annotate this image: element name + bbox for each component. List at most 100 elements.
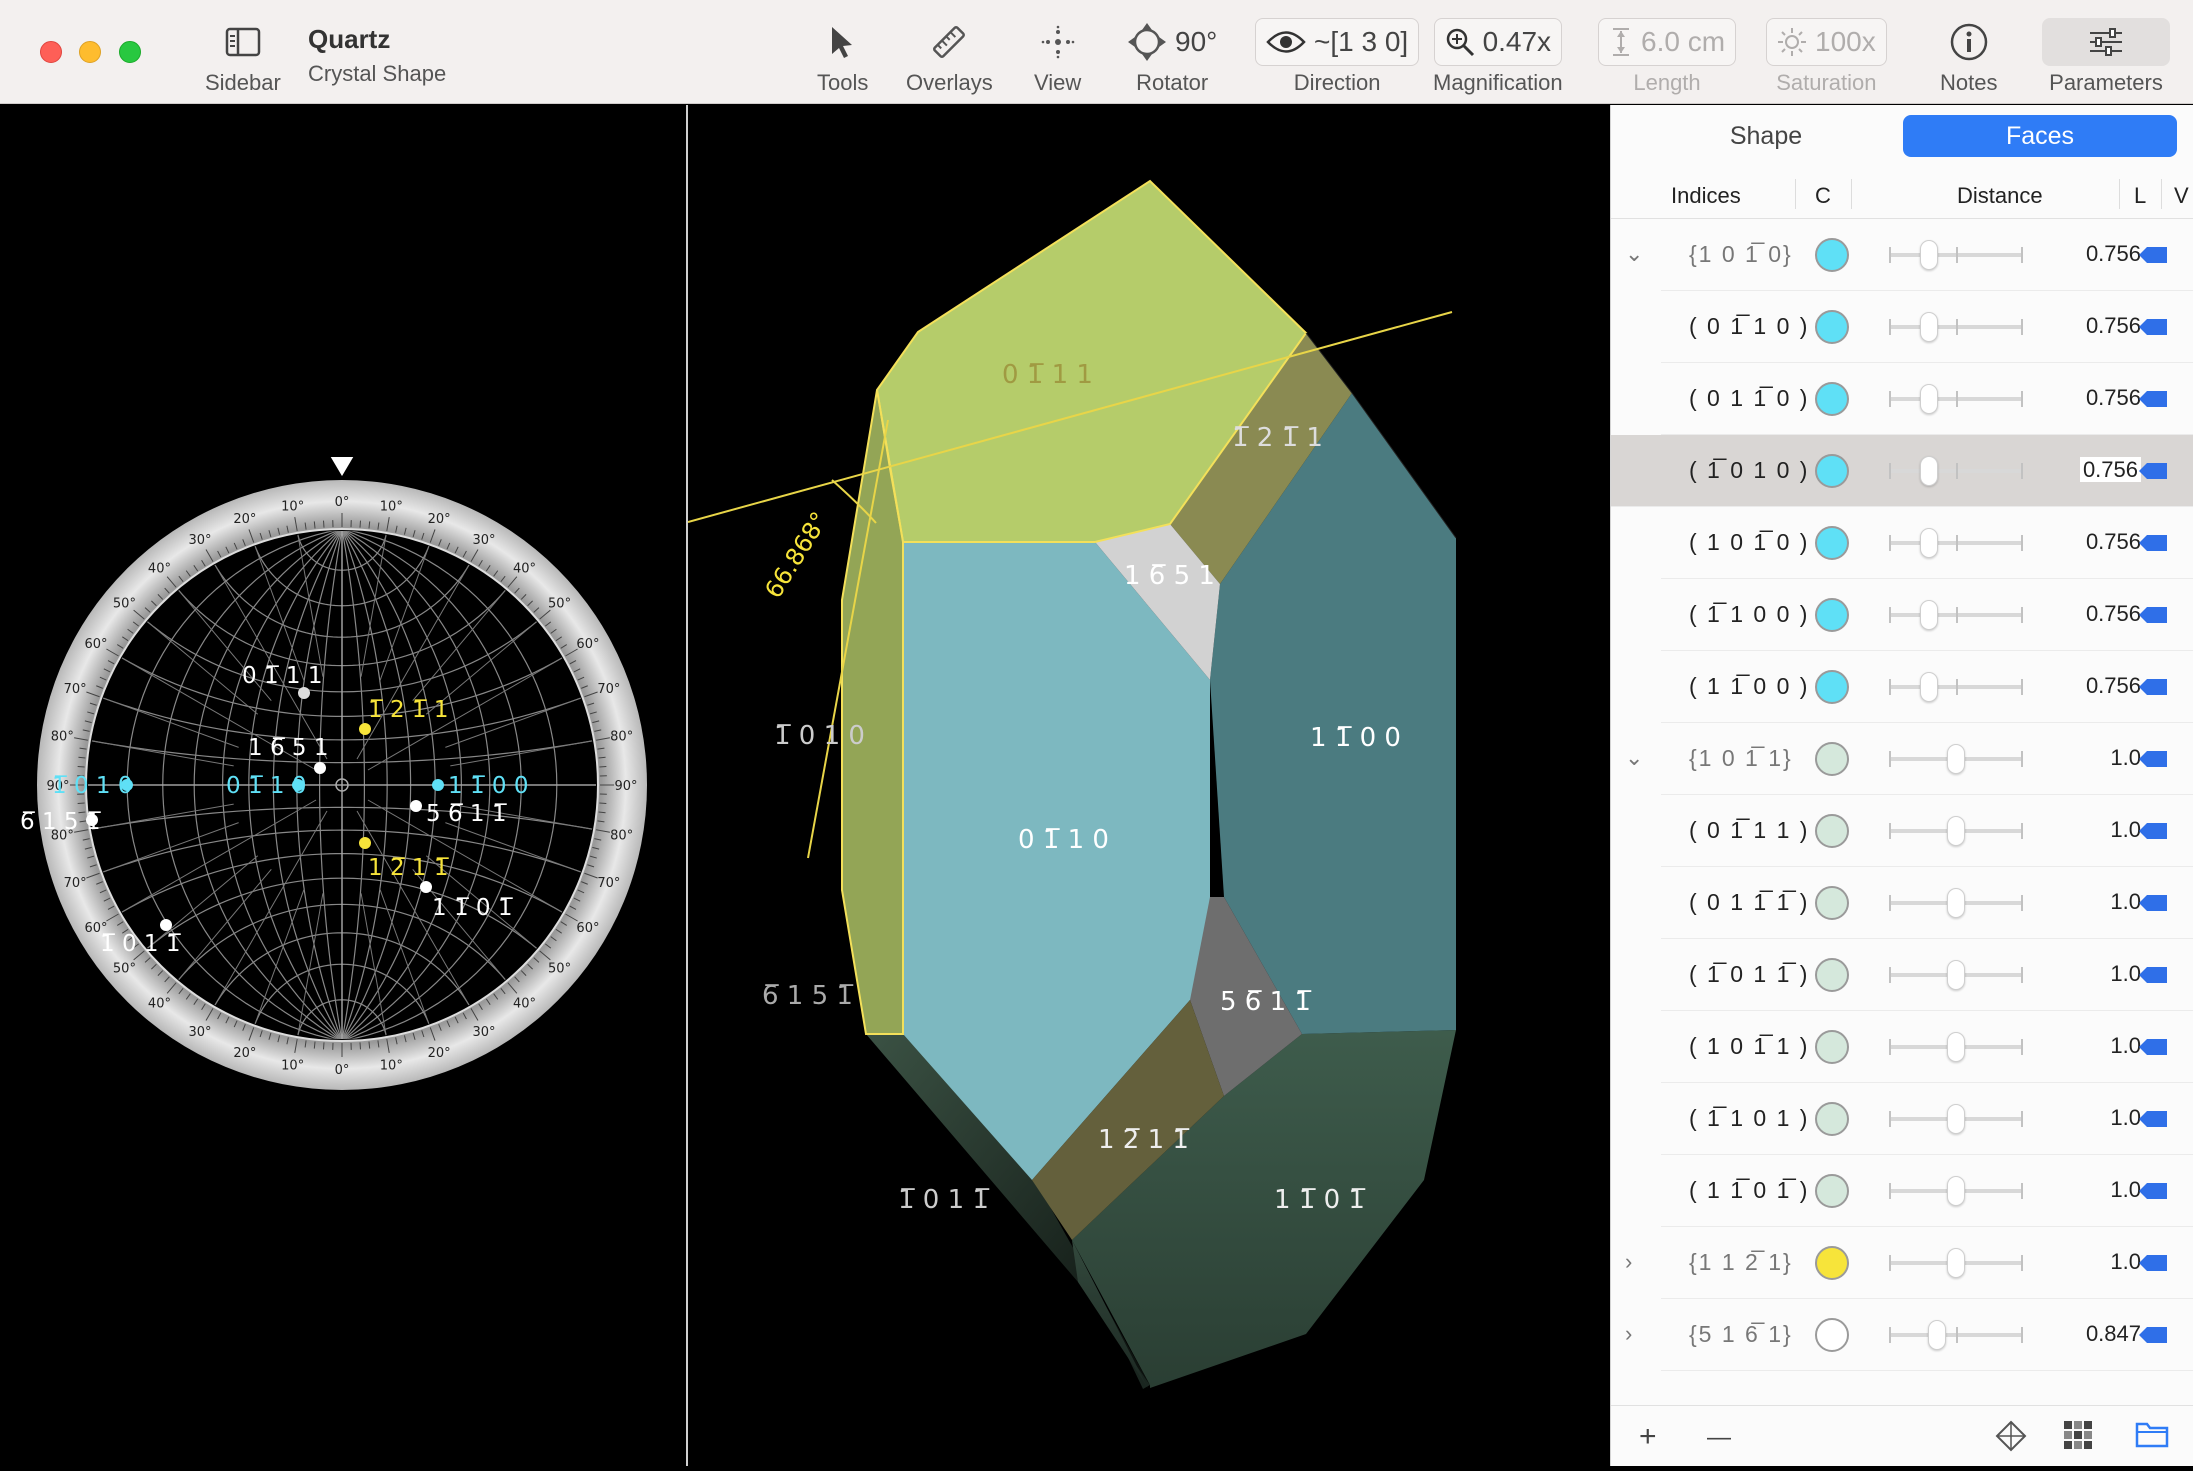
distance-slider-knob[interactable] [1947,816,1965,846]
header-visible[interactable]: V [2174,183,2189,209]
stereonet-pane[interactable]: 0°10°20°30°40°50°60°70°80°90°80°70°60°50… [0,105,686,1466]
lock-tag-icon[interactable] [2137,1253,2169,1278]
face-row[interactable]: ( 1̅ 0 1 0 ) 0.756 ✓ [1611,435,2193,507]
face-row[interactable]: ›{5 1 6̅ 1} 0.847 ✓ [1661,1299,2193,1371]
pole-point[interactable] [432,779,444,791]
face-color-swatch[interactable] [1815,526,1849,560]
grid-icon[interactable] [2063,1420,2093,1458]
face-row[interactable]: ( 0 1 1̅ 1̅ ) 1.0 ✓ [1661,867,2193,939]
face-row[interactable]: ( 0 1̅ 1 1 ) 1.0 ✓ [1661,795,2193,867]
distance-slider-knob[interactable] [1947,1248,1965,1278]
face-row[interactable]: ( 1̅ 1 0 0 ) 0.756 ✓ [1661,579,2193,651]
disclosure-chevron-icon[interactable]: › [1625,1249,1632,1275]
face-color-swatch[interactable] [1815,310,1849,344]
disclosure-chevron-icon[interactable]: ⌄ [1625,241,1643,267]
face-row[interactable]: ⌄{1 0 1̅ 1} 1.0 ✓ [1661,723,2193,795]
distance-slider[interactable] [1889,613,2023,617]
disclosure-chevron-icon[interactable]: › [1625,1321,1632,1347]
face-color-swatch[interactable] [1815,886,1849,920]
pole-point[interactable] [410,800,422,812]
distance-slider[interactable] [1889,757,2023,761]
distance-slider[interactable] [1889,829,2023,833]
lock-tag-icon[interactable] [2137,749,2169,774]
distance-slider-knob[interactable] [1947,1032,1965,1062]
lock-tag-icon[interactable] [2137,533,2169,558]
disclosure-chevron-icon[interactable]: ⌄ [1625,745,1643,771]
distance-slider[interactable] [1889,901,2023,905]
face-color-swatch[interactable] [1815,382,1849,416]
parameters-button[interactable]: Parameters [2042,18,2170,96]
face-row[interactable]: ⌄{1 0 1̅ 0} 0.756 ✓ [1661,219,2193,291]
saturation-control[interactable]: 100x Saturation [1766,18,1887,96]
header-lock[interactable]: L [2134,183,2146,209]
lock-tag-icon[interactable] [2137,605,2169,630]
distance-slider[interactable] [1889,253,2023,257]
distance-slider-knob[interactable] [1947,1104,1965,1134]
distance-slider-knob[interactable] [1920,240,1938,270]
face-row[interactable]: ( 1 1̅ 0 0 ) 0.756 ✓ [1661,651,2193,723]
overlays-button[interactable]: Overlays [906,18,993,96]
face-row[interactable]: ( 1 0 1̅ 1 ) 1.0 ✓ [1661,1011,2193,1083]
distance-slider-knob[interactable] [1920,528,1938,558]
header-indices[interactable]: Indices [1671,183,1741,209]
face-row[interactable]: ( 1 0 1̅ 0 ) 0.756 ✓ [1661,507,2193,579]
face-color-swatch[interactable] [1815,598,1849,632]
lock-tag-icon[interactable] [2137,1325,2169,1350]
distance-slider-knob[interactable] [1920,384,1938,414]
distance-slider[interactable] [1889,469,2023,473]
direction-control[interactable]: ~[1 3 0] Direction [1255,18,1419,96]
rotator-control[interactable]: 90° Rotator [1127,18,1217,96]
minimize-window-button[interactable] [79,41,101,63]
distance-slider-knob[interactable] [1947,744,1965,774]
distance-slider[interactable] [1889,1261,2023,1265]
face-color-swatch[interactable] [1815,742,1849,776]
face-row[interactable]: ( 1̅ 1 0 1 ) 1.0 ✓ [1661,1083,2193,1155]
distance-slider[interactable] [1889,1333,2023,1337]
face-row[interactable]: ( 1̅ 0 1 1̅ ) 1.0 ✓ [1661,939,2193,1011]
pole-point[interactable] [359,723,371,735]
tab-faces[interactable]: Faces [1903,115,2177,157]
remove-face-button[interactable]: — [1707,1424,1731,1452]
distance-slider[interactable] [1889,397,2023,401]
folder-icon[interactable] [2135,1420,2169,1456]
face-row[interactable]: ( 1 1̅ 0 1̅ ) 1.0 ✓ [1661,1155,2193,1227]
crystal-form-icon[interactable] [1995,1420,2027,1460]
face-color-swatch[interactable] [1815,958,1849,992]
sidebar-toggle-button[interactable]: Sidebar [205,18,281,96]
lock-tag-icon[interactable] [2137,1181,2169,1206]
view-button[interactable]: View [1034,18,1081,96]
face-color-swatch[interactable] [1815,1318,1849,1352]
face-color-swatch[interactable] [1815,1174,1849,1208]
distance-slider[interactable] [1889,1117,2023,1121]
face-color-swatch[interactable] [1815,1246,1849,1280]
face-row[interactable]: ›{1 1 2̅ 1} 1.0 ✓ [1661,1227,2193,1299]
lock-tag-icon[interactable] [2137,1109,2169,1134]
distance-slider[interactable] [1889,973,2023,977]
header-distance[interactable]: Distance [1957,183,2043,209]
lock-tag-icon[interactable] [2137,893,2169,918]
distance-slider-knob[interactable] [1947,960,1965,990]
face-color-swatch[interactable] [1815,454,1849,488]
zoom-window-button[interactable] [119,41,141,63]
tools-button[interactable]: Tools [817,18,868,96]
distance-slider[interactable] [1889,325,2023,329]
distance-slider-knob[interactable] [1947,888,1965,918]
distance-slider-knob[interactable] [1920,456,1938,486]
distance-slider[interactable] [1889,541,2023,545]
pole-point[interactable] [160,919,172,931]
notes-button[interactable]: Notes [1940,18,1997,96]
distance-value[interactable]: 0.756 [2061,457,2141,483]
distance-slider[interactable] [1889,1189,2023,1193]
pole-point[interactable] [420,881,432,893]
face-row[interactable]: ( 0 1 1̅ 0 ) 0.756 ✓ [1661,363,2193,435]
lock-tag-icon[interactable] [2137,461,2169,486]
lock-tag-icon[interactable] [2137,245,2169,270]
lock-tag-icon[interactable] [2137,1037,2169,1062]
face-color-swatch[interactable] [1815,814,1849,848]
face-color-swatch[interactable] [1815,238,1849,272]
header-color[interactable]: C [1815,183,1831,209]
crystal-view[interactable]: 66.868° 0 1̅ 1 1 1̅ 2 1̅ 1 1 6̅ 5 1 1̅ 0… [688,105,1610,1466]
lock-tag-icon[interactable] [2137,965,2169,990]
close-window-button[interactable] [40,41,62,63]
distance-slider-knob[interactable] [1947,1176,1965,1206]
